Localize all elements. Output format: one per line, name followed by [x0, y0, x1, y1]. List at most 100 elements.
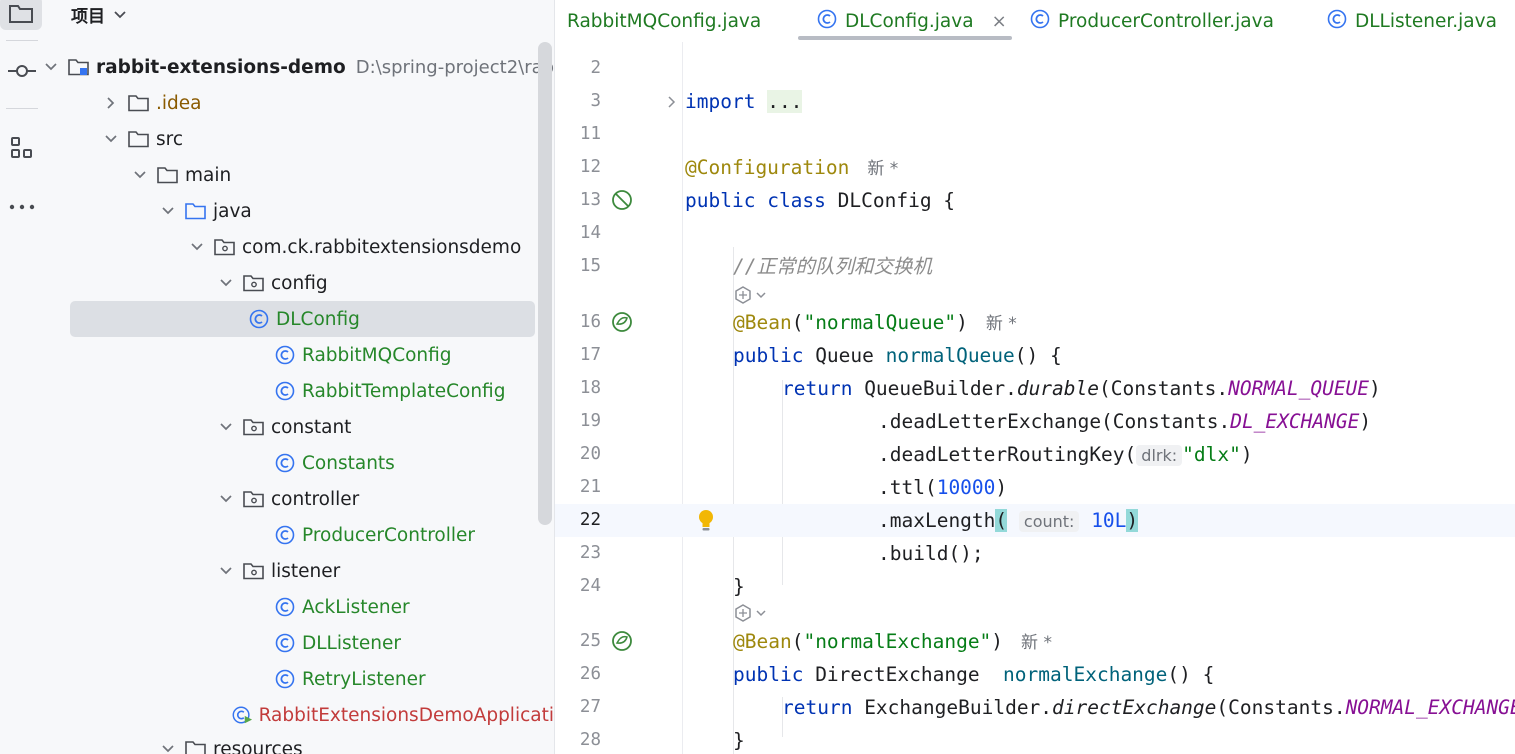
- code-editor[interactable]: 2 3 import ... 11 12 @Configuration 新 * 1…: [555, 42, 1515, 754]
- code-token: ): [1240, 443, 1253, 466]
- tree-node-java[interactable]: java: [44, 193, 538, 229]
- lightbulb-icon[interactable]: [696, 508, 716, 534]
- tab-producercontroller[interactable]: ProducerController.java: [1030, 0, 1274, 42]
- line-number: 14: [579, 223, 601, 243]
- tree-node-root[interactable]: rabbit-extensions-demo D:\spring-project…: [44, 49, 554, 85]
- line-number: 15: [579, 256, 601, 276]
- class-icon: [248, 309, 270, 329]
- author-hint[interactable]: 新 *: [867, 159, 898, 179]
- project-tool-button[interactable]: [0, 0, 42, 30]
- code-token: ): [1359, 410, 1372, 433]
- folder-icon: [128, 93, 150, 113]
- tree-node-main[interactable]: main: [44, 157, 538, 193]
- tree-label: main: [185, 164, 232, 186]
- tab-rabbitmqconfig[interactable]: RabbitMQConfig.java: [567, 0, 761, 42]
- code-line: 18 return QueueBuilder.durable(Constants…: [555, 372, 1515, 405]
- ai-assistant-icon: [735, 604, 751, 622]
- tree-label: controller: [271, 488, 360, 510]
- expanded-chevron-icon[interactable]: [219, 564, 233, 578]
- tree-node-application[interactable]: RabbitExtensionsDemoApplicati: [44, 697, 554, 733]
- expanded-chevron-icon[interactable]: [44, 60, 58, 74]
- tool-window-strip: [0, 0, 44, 754]
- ai-lens-widget[interactable]: [733, 283, 767, 307]
- parameter-hint: dlrk:: [1136, 445, 1183, 466]
- tab-label: RabbitMQConfig.java: [567, 10, 762, 32]
- folded-imports[interactable]: ...: [767, 90, 803, 113]
- structure-tool-button[interactable]: [0, 131, 44, 165]
- expanded-chevron-icon[interactable]: [161, 742, 175, 754]
- ai-lens-widget[interactable]: [733, 601, 767, 625]
- code-token: ): [1369, 377, 1381, 400]
- code-token: Queue: [803, 344, 886, 367]
- package-icon: [243, 417, 265, 437]
- line-number: 16: [579, 312, 601, 332]
- code-token: (Constants.: [1099, 377, 1229, 400]
- package-icon: [243, 561, 265, 581]
- class-icon: [274, 525, 296, 545]
- code-token: .deadLetterRoutingKey(: [878, 443, 1137, 466]
- code-string: "normalExchange": [803, 630, 992, 653]
- code-constant: NORMAL_QUEUE: [1228, 377, 1370, 400]
- tree-node-retrylistener[interactable]: RetryListener: [44, 661, 538, 697]
- tree-node-constant[interactable]: constant: [44, 409, 538, 445]
- tree-label: listener: [271, 560, 341, 582]
- chevron-down-icon: [756, 610, 766, 617]
- expanded-chevron-icon[interactable]: [133, 168, 147, 182]
- author-hint[interactable]: 新 *: [1021, 633, 1052, 653]
- tree-node-controller[interactable]: controller: [44, 481, 538, 517]
- tree-node-dllistener[interactable]: DLListener: [44, 625, 538, 661]
- close-tab-icon[interactable]: ×: [992, 11, 1007, 32]
- tree-label: DLConfig: [276, 308, 360, 330]
- line-number: 28: [579, 730, 601, 750]
- tree-node-src[interactable]: src: [44, 121, 538, 157]
- tree-label: rabbit-extensions-demo: [96, 56, 346, 78]
- tree-node-rabbitmqconfig[interactable]: RabbitMQConfig: [44, 337, 538, 373]
- spring-bean-gutter-icon[interactable]: [611, 311, 633, 333]
- expanded-chevron-icon[interactable]: [219, 276, 233, 290]
- expanded-chevron-icon[interactable]: [161, 204, 175, 218]
- expanded-chevron-icon[interactable]: [219, 420, 233, 434]
- line-number: 13: [579, 190, 601, 210]
- tree-node-idea[interactable]: .idea: [44, 85, 538, 121]
- class-icon: [1327, 9, 1347, 34]
- tree-node-package[interactable]: com.ck.rabbitextensionsdemo: [44, 229, 538, 265]
- tree-node-config[interactable]: config: [44, 265, 538, 301]
- code-token: public: [685, 189, 756, 212]
- code-token: public: [733, 344, 804, 367]
- tree-node-producercontroller[interactable]: ProducerController: [44, 517, 538, 553]
- spring-bean-gutter-icon[interactable]: [611, 630, 633, 652]
- ai-assistant-icon: [735, 286, 751, 304]
- tree-label: .idea: [156, 92, 202, 114]
- code-token: }: [733, 729, 745, 752]
- code-number: 10000: [936, 476, 996, 499]
- code-token: durable: [1016, 377, 1100, 400]
- tree-label: DLListener: [302, 632, 401, 654]
- tree-path-hint: D:\spring-project2\rab: [355, 56, 554, 78]
- project-scrollbar[interactable]: [538, 42, 552, 525]
- tree-node-acklistener[interactable]: AckListener: [44, 589, 538, 625]
- code-line: 20 .deadLetterRoutingKey(dlrk: "dlx"): [555, 438, 1515, 471]
- tree-node-dlconfig[interactable]: DLConfig: [70, 301, 535, 337]
- code-string: "dlx": [1182, 443, 1241, 466]
- code-line-current: 22 .maxLength( count: 10L): [555, 504, 1515, 537]
- line-number: 22: [579, 510, 601, 530]
- project-view-selector[interactable]: 项目: [71, 2, 127, 27]
- tree-label: RetryListener: [302, 668, 426, 690]
- code-token: ExchangeBuilder.: [852, 696, 1053, 719]
- tree-node-resources[interactable]: resources: [44, 731, 538, 754]
- fold-expand-icon[interactable]: [667, 96, 677, 108]
- expanded-chevron-icon[interactable]: [219, 492, 233, 506]
- spring-bean-gutter-icon[interactable]: [611, 189, 633, 211]
- expanded-chevron-icon[interactable]: [190, 240, 204, 254]
- tree-node-rabbittemplateconfig[interactable]: RabbitTemplateConfig: [44, 373, 538, 409]
- tab-dllistener[interactable]: DLListener.java: [1327, 0, 1497, 42]
- expanded-chevron-icon[interactable]: [104, 132, 118, 146]
- active-tab-indicator: [798, 36, 1012, 40]
- author-hint[interactable]: 新 *: [986, 314, 1017, 334]
- more-tools-button[interactable]: [0, 190, 44, 224]
- collapsed-chevron-icon[interactable]: [104, 96, 118, 110]
- tree-node-constants[interactable]: Constants: [44, 445, 538, 481]
- commit-tool-button[interactable]: [0, 54, 44, 88]
- tree-node-listener[interactable]: listener: [44, 553, 538, 589]
- package-icon: [243, 273, 265, 293]
